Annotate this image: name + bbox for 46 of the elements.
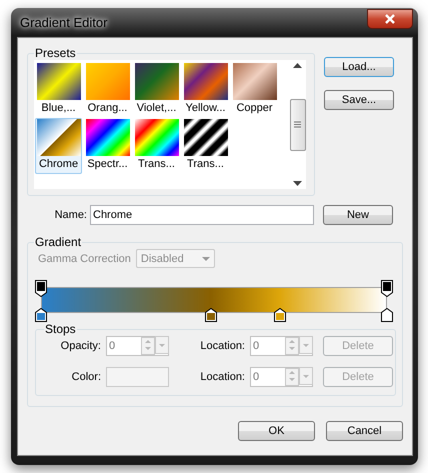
gradient-swatch [86, 63, 130, 100]
stop-label: Opacity: [60, 340, 101, 352]
dialog-button[interactable]: Load... [324, 57, 394, 77]
caret-icon [202, 256, 210, 260]
opacity-stop-marker[interactable] [381, 280, 393, 297]
gradient-swatch [184, 63, 228, 100]
preset-item[interactable]: Trans... [133, 118, 180, 174]
grip-icon [294, 121, 301, 128]
dialog-button[interactable]: OK [238, 421, 315, 441]
color-well[interactable] [106, 367, 169, 387]
opacity-stop-marker[interactable] [35, 280, 47, 297]
close-button[interactable] [367, 8, 413, 28]
window-title: Gradient Editor [19, 15, 108, 30]
location-label: Location: [199, 340, 245, 352]
group-title: Gradient [34, 235, 82, 249]
gradient-swatch [134, 63, 178, 100]
location-label: Location: [199, 371, 245, 383]
scroll-down-icon[interactable] [293, 181, 302, 186]
gradient-swatch [134, 119, 178, 156]
color-stop-marker[interactable] [381, 308, 393, 322]
preset-item[interactable]: Yellow... [182, 62, 229, 118]
gamma-label: Gamma Correction [38, 252, 131, 264]
gradient-swatch [184, 119, 228, 156]
gradient-swatch [36, 119, 80, 156]
name-field[interactable]: Chrome [90, 205, 314, 225]
dialog-button[interactable]: Cancel [326, 421, 403, 441]
color-stop-marker[interactable] [35, 308, 47, 322]
preset-item[interactable]: Spectr... [84, 118, 131, 174]
group-title: Stops [44, 322, 77, 336]
preset-item[interactable]: Blue,... [35, 62, 82, 118]
preset-item[interactable]: Copper [231, 62, 278, 118]
dialog-button[interactable]: Save... [324, 90, 394, 110]
name-label: Name: [54, 209, 87, 221]
close-icon [384, 14, 396, 24]
preset-item[interactable]: Trans... [182, 118, 229, 174]
gradient-swatch [36, 63, 80, 100]
gradient-bar[interactable] [41, 287, 387, 313]
group-title: Presets [34, 46, 77, 60]
stop-label: Color: [70, 371, 101, 383]
gradient-swatch [232, 63, 276, 100]
preset-item[interactable]: Orang... [84, 62, 131, 118]
preset-item[interactable]: Chrome [35, 118, 82, 174]
scroll-up-icon[interactable] [293, 63, 302, 68]
gradient-swatch [86, 119, 130, 156]
preset-item[interactable]: Violet,... [133, 62, 180, 118]
new-button[interactable]: New [323, 205, 393, 225]
